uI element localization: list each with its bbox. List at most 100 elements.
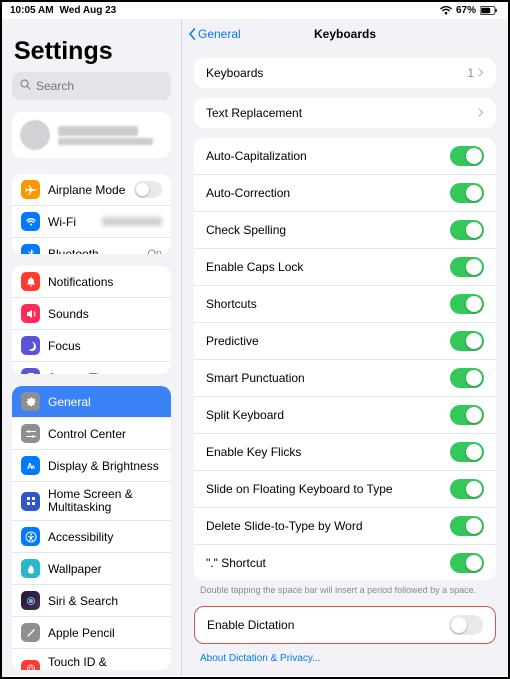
avatar [20, 120, 50, 150]
sidebar-item-wifi[interactable]: Wi-Fi [12, 206, 171, 238]
keyboard-option-row[interactable]: Shortcuts [194, 286, 496, 323]
detail-pane: General Keyboards Keyboards 1 Text Repla… [182, 19, 508, 676]
dictation-privacy-link[interactable]: About Dictation & Privacy... [182, 649, 508, 676]
keyboard-option-row[interactable]: Auto-Correction [194, 175, 496, 212]
sidebar-item-apple-pencil[interactable]: Apple Pencil [12, 617, 171, 649]
text-replacement-row[interactable]: Text Replacement [194, 98, 496, 128]
sidebar-item-airplane-mode[interactable]: Airplane Mode [12, 174, 171, 206]
gear-icon [21, 392, 40, 411]
option-toggle[interactable] [450, 368, 484, 388]
keyboard-option-row[interactable]: Delete Slide-to-Type by Word [194, 508, 496, 545]
keyboards-row[interactable]: Keyboards 1 [194, 58, 496, 88]
sidebar-item-notifications[interactable]: Notifications [12, 266, 171, 298]
enable-dictation-row[interactable]: Enable Dictation [195, 607, 495, 643]
sidebar-item-general[interactable]: General [12, 386, 171, 418]
option-label: "." Shortcut [206, 556, 266, 570]
option-label: Enable Key Flicks [206, 445, 301, 459]
option-toggle[interactable] [450, 442, 484, 462]
option-label: Predictive [206, 334, 259, 348]
speaker-icon [21, 304, 40, 323]
option-label: Auto-Correction [206, 186, 290, 200]
chevron-right-icon [478, 66, 484, 80]
status-time: 10:05 AM [10, 5, 54, 16]
moon-icon [21, 336, 40, 355]
bell-icon [21, 272, 40, 291]
keyboard-option-row[interactable]: Slide on Floating Keyboard to Type [194, 471, 496, 508]
display-icon: AA [21, 456, 40, 475]
status-date: Wed Aug 23 [60, 5, 117, 16]
option-label: Shortcuts [206, 297, 257, 311]
page-title: Settings [2, 19, 181, 72]
pencil-icon [21, 623, 40, 642]
keyboard-option-row[interactable]: Check Spelling [194, 212, 496, 249]
option-toggle[interactable] [450, 220, 484, 240]
sidebar-item-control-center[interactable]: Control Center [12, 418, 171, 450]
option-label: Delete Slide-to-Type by Word [206, 519, 363, 533]
battery-percent: 67% [456, 5, 476, 16]
option-label: Auto-Capitalization [206, 149, 307, 163]
option-toggle[interactable] [450, 294, 484, 314]
sidebar-item-touchid[interactable]: Touch ID & Passcode [12, 649, 171, 670]
option-label: Slide on Floating Keyboard to Type [206, 482, 393, 496]
text-replacement-group: Text Replacement [194, 98, 496, 128]
keyboard-option-row[interactable]: "." Shortcut [194, 545, 496, 580]
dictation-group: Enable Dictation [194, 606, 496, 644]
sidebar-item-focus[interactable]: Focus [12, 330, 171, 362]
sidebar-item-home-screen[interactable]: Home Screen & Multitasking [12, 482, 171, 521]
sidebar-group-general: General Control Center AA Display & Brig… [12, 386, 171, 670]
search-input[interactable] [36, 79, 163, 93]
status-bar: 10:05 AM Wed Aug 23 67% [2, 2, 508, 19]
airplane-icon [21, 180, 40, 199]
option-label: Check Spelling [206, 223, 286, 237]
dictation-toggle[interactable] [449, 615, 483, 635]
keyboards-nav-group: Keyboards 1 [194, 58, 496, 88]
sidebar-item-sounds[interactable]: Sounds [12, 298, 171, 330]
wifi-icon [440, 6, 452, 15]
option-toggle[interactable] [450, 553, 484, 573]
option-toggle[interactable] [450, 257, 484, 277]
keyboard-option-row[interactable]: Split Keyboard [194, 397, 496, 434]
footer-hint: Double tapping the space bar will insert… [182, 585, 508, 601]
sidebar-item-screen-time[interactable]: Screen Time [12, 362, 171, 374]
sidebar-group-alerts: Notifications Sounds Focus Screen Time [12, 266, 171, 374]
airplane-toggle[interactable] [134, 181, 162, 198]
sidebar-item-accessibility[interactable]: Accessibility [12, 521, 171, 553]
sliders-icon [21, 424, 40, 443]
bluetooth-icon [21, 244, 40, 254]
battery-icon [480, 6, 498, 15]
sidebar-item-bluetooth[interactable]: Bluetooth On [12, 238, 171, 254]
detail-title: Keyboards [314, 27, 376, 41]
option-toggle[interactable] [450, 405, 484, 425]
sidebar-group-connectivity: Airplane Mode Wi-Fi Bluetooth On [12, 174, 171, 254]
siri-icon [21, 591, 40, 610]
wallpaper-icon [21, 559, 40, 578]
keyboard-option-row[interactable]: Enable Caps Lock [194, 249, 496, 286]
option-toggle[interactable] [450, 516, 484, 536]
grid-icon [21, 492, 40, 511]
fingerprint-icon [21, 660, 40, 670]
keyboard-option-row[interactable]: Smart Punctuation [194, 360, 496, 397]
keyboard-option-row[interactable]: Predictive [194, 323, 496, 360]
sidebar-item-wallpaper[interactable]: Wallpaper [12, 553, 171, 585]
svg-text:A: A [31, 465, 35, 471]
search-field[interactable] [12, 72, 171, 100]
chevron-right-icon [478, 106, 484, 120]
option-toggle[interactable] [450, 331, 484, 351]
apple-id-profile[interactable] [12, 112, 171, 158]
option-toggle[interactable] [450, 146, 484, 166]
option-label: Enable Caps Lock [206, 260, 303, 274]
wifi-settings-icon [21, 212, 40, 231]
option-label: Split Keyboard [206, 408, 284, 422]
hourglass-icon [21, 368, 40, 374]
option-toggle[interactable] [450, 479, 484, 499]
settings-sidebar: Settings Airplane Mode [2, 19, 182, 676]
keyboard-option-row[interactable]: Enable Key Flicks [194, 434, 496, 471]
keyboard-option-row[interactable]: Auto-Capitalization [194, 138, 496, 175]
back-button[interactable]: General [188, 27, 241, 41]
search-icon [20, 77, 31, 95]
sidebar-item-display[interactable]: AA Display & Brightness [12, 450, 171, 482]
accessibility-icon [21, 527, 40, 546]
option-label: Smart Punctuation [206, 371, 305, 385]
option-toggle[interactable] [450, 183, 484, 203]
sidebar-item-siri[interactable]: Siri & Search [12, 585, 171, 617]
